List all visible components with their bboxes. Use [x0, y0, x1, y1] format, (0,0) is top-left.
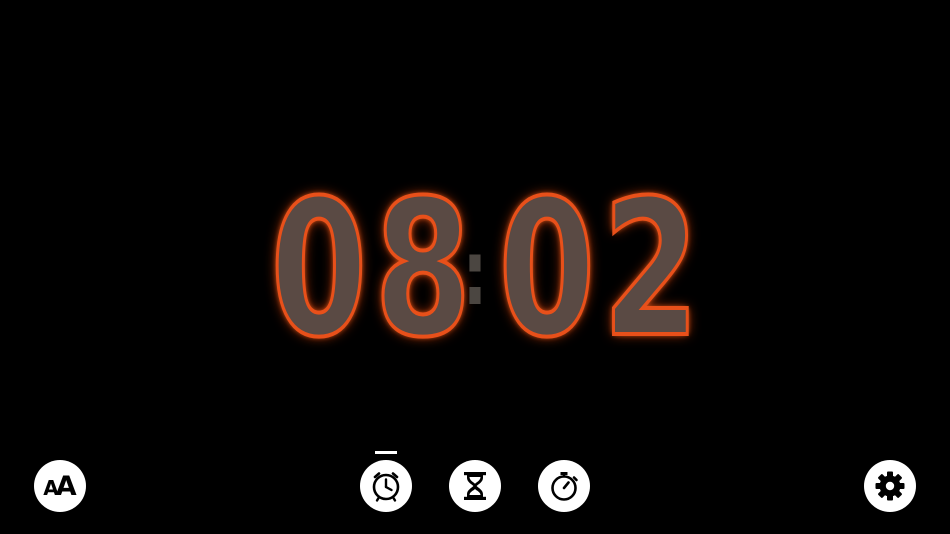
active-mode-indicator — [375, 451, 397, 454]
hourglass-icon — [464, 472, 486, 500]
time-separator: : — [462, 221, 488, 326]
clock-icon — [372, 472, 400, 502]
clock-mode-button[interactable] — [360, 460, 412, 512]
font-size-icon: AA — [43, 473, 76, 500]
minutes-tens-digit: 0 — [497, 160, 597, 379]
clock-screen: 0 8 : 0 2 AA — [0, 0, 950, 534]
timer-mode-button[interactable] — [449, 460, 501, 512]
minutes-ones-digit: 2 — [601, 160, 701, 379]
stopwatch-mode-button[interactable] — [538, 460, 590, 512]
digital-clock-display: 0 8 : 0 2 — [269, 160, 701, 379]
hours-tens-digit: 0 — [269, 160, 369, 379]
stopwatch-icon — [551, 472, 578, 501]
settings-button[interactable] — [864, 460, 916, 512]
gear-icon — [875, 471, 905, 501]
hours-ones-digit: 8 — [373, 160, 473, 379]
font-style-button[interactable]: AA — [34, 460, 86, 512]
font-icon-big-letter: A — [55, 470, 77, 502]
